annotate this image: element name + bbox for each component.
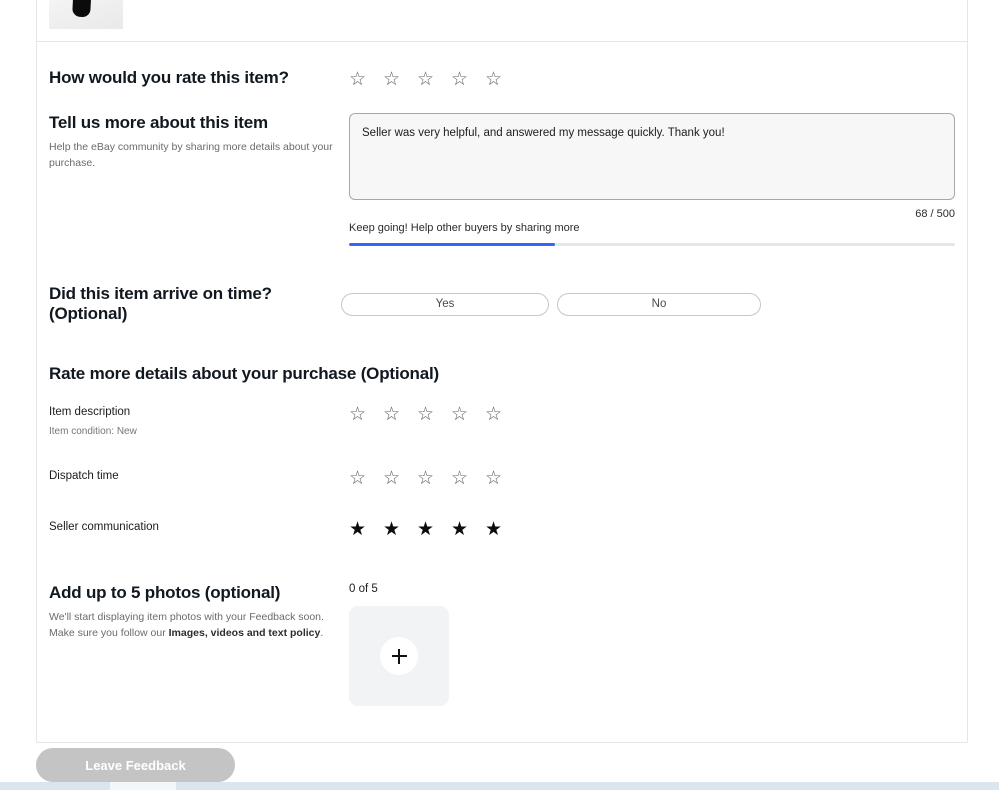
star-icon[interactable]: ☆ [485, 405, 519, 424]
tell-more-section: Tell us more about this item Help the eB… [37, 93, 967, 246]
arrive-on-time-button-group: Yes No [341, 292, 761, 316]
detail-label-item-description: Item description [49, 406, 131, 418]
photo-count-label: 0 of 5 [349, 583, 378, 595]
star-icon[interactable]: ☆ [485, 70, 519, 89]
feedback-card: ξξ S Rate your overall experience with t… [36, 0, 968, 743]
detail-row: Seller communication ★ ★ ★ ★ ★ [49, 520, 955, 539]
rate-item-stars[interactable]: ☆ ☆ ☆ ☆ ☆ [349, 70, 955, 89]
detail-row: Dispatch time ☆ ☆ ☆ ☆ ☆ [49, 469, 955, 488]
leave-feedback-button[interactable]: Leave Feedback [36, 748, 235, 782]
star-icon[interactable]: ☆ [417, 70, 451, 89]
feedback-page: ξξ S Rate your overall experience with t… [0, 0, 999, 790]
star-icon[interactable]: ☆ [417, 469, 451, 488]
star-icon[interactable]: ☆ [383, 405, 417, 424]
comment-textarea[interactable] [349, 113, 955, 200]
star-icon[interactable]: ☆ [417, 405, 451, 424]
item-thumbnail: ξξ [49, 0, 123, 29]
star-filled-icon[interactable]: ★ [417, 520, 451, 539]
redaction-scribble-icon [59, 0, 121, 21]
detail-label-dispatch-time: Dispatch time [49, 470, 119, 482]
detail-sub-item-condition: Item condition: New [49, 426, 137, 437]
comment-progress-bar [349, 243, 955, 246]
photos-subtitle: We'll start displaying item photos with … [49, 609, 349, 641]
arrive-on-time-section: Did this item arrive on time? (Optional)… [37, 246, 967, 324]
rate-item-title: How would you rate this item? [49, 68, 289, 87]
star-icon[interactable]: ☆ [451, 70, 485, 89]
arrive-on-time-yes-button[interactable]: Yes [341, 292, 549, 316]
photos-title: Add up to 5 photos (optional) [49, 583, 281, 602]
star-filled-icon[interactable]: ★ [349, 520, 383, 539]
keep-going-hint: Keep going! Help other buyers by sharing… [349, 222, 580, 234]
plus-icon [380, 637, 418, 675]
item-description-stars[interactable]: ☆ ☆ ☆ ☆ ☆ [349, 405, 519, 424]
detail-row: Item description Item condition: New ☆ ☆… [49, 405, 955, 439]
arrive-on-time-no-button[interactable]: No [557, 292, 761, 316]
star-icon[interactable]: ☆ [451, 405, 485, 424]
tell-more-subtitle: Help the eBay community by sharing more … [49, 141, 333, 169]
detail-label-seller-communication: Seller communication [49, 521, 159, 533]
star-icon[interactable]: ☆ [383, 469, 417, 488]
star-filled-icon[interactable]: ★ [485, 520, 519, 539]
photo-policy-link[interactable]: Images, videos and text policy [169, 627, 321, 639]
star-icon[interactable]: ☆ [383, 70, 417, 89]
star-icon[interactable]: ☆ [485, 469, 519, 488]
star-icon[interactable]: ☆ [349, 70, 383, 89]
character-counter: 68 / 500 [915, 208, 955, 220]
star-icon[interactable]: ☆ [349, 405, 383, 424]
star-filled-icon[interactable]: ★ [451, 520, 485, 539]
add-photo-tile[interactable] [349, 606, 449, 706]
browser-bottom-strip-highlight [110, 782, 176, 790]
star-filled-icon[interactable]: ★ [383, 520, 417, 539]
seller-header-row: ξξ S Rate your overall experience with t… [37, 0, 967, 41]
seller-communication-stars[interactable]: ★ ★ ★ ★ ★ [349, 520, 519, 539]
more-details-title: Rate more details about your purchase (O… [49, 364, 439, 383]
arrive-on-time-title: Did this item arrive on time? (Optional) [49, 284, 272, 323]
photos-section: Add up to 5 photos (optional) We'll star… [37, 539, 967, 742]
photos-subtitle-suffix: . [320, 627, 324, 639]
dispatch-time-stars[interactable]: ☆ ☆ ☆ ☆ ☆ [349, 469, 519, 488]
rate-item-section: How would you rate this item? ☆ ☆ ☆ ☆ ☆ [37, 42, 967, 93]
tell-more-title: Tell us more about this item [49, 113, 268, 132]
star-icon[interactable]: ☆ [451, 469, 485, 488]
seller-identity: ξξ S [49, 0, 349, 29]
star-icon[interactable]: ☆ [349, 469, 383, 488]
more-details-section: Rate more details about your purchase (O… [37, 324, 967, 539]
comment-progress-fill [349, 243, 556, 246]
